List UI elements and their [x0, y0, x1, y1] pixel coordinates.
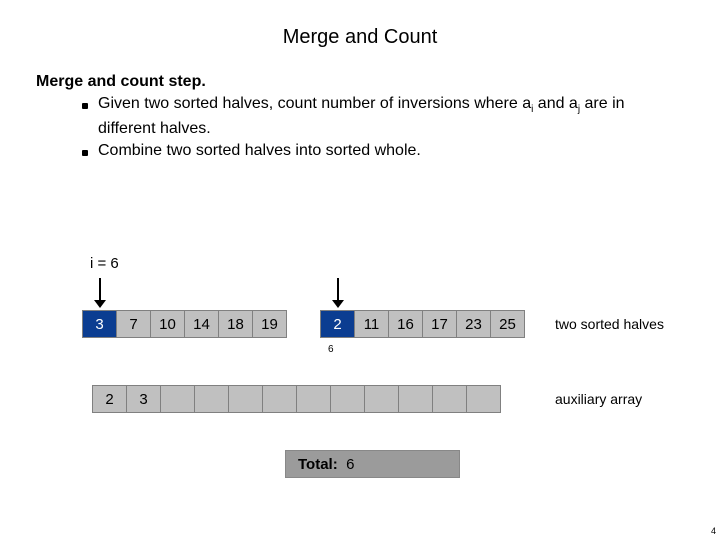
array-cell [364, 385, 399, 413]
page-number: 4 [711, 526, 716, 536]
total-box: Total: 6 [285, 450, 460, 478]
array-cell [228, 385, 263, 413]
array-cell [330, 385, 365, 413]
body-text: Merge and count step. Given two sorted h… [36, 71, 684, 162]
halves-label: two sorted halves [555, 316, 664, 332]
array-cell: 7 [116, 310, 151, 338]
left-half-array: 3710141819 [82, 310, 287, 338]
array-cell: 25 [490, 310, 525, 338]
total-value: 6 [346, 456, 354, 473]
array-cell [194, 385, 229, 413]
aux-array: 23 [92, 385, 501, 413]
array-cell: 11 [354, 310, 389, 338]
bullet-1-text: Combine two sorted halves into sorted wh… [98, 140, 684, 162]
bullet-0-mid: and a [533, 95, 577, 112]
arrow-down-left-icon [94, 278, 106, 308]
array-cell [296, 385, 331, 413]
i-counter-label: i = 6 [90, 255, 119, 272]
bullet-0-pre: Given two sorted halves, count number of… [98, 95, 531, 112]
array-cell: 23 [456, 310, 491, 338]
arrow-down-right-icon [332, 278, 344, 308]
bullet-dot-icon [82, 103, 88, 109]
array-cell: 14 [184, 310, 219, 338]
array-cell [398, 385, 433, 413]
array-cell: 3 [82, 310, 117, 338]
array-cell [160, 385, 195, 413]
array-cell [262, 385, 297, 413]
array-cell: 16 [388, 310, 423, 338]
total-label: Total: [298, 456, 338, 473]
bullet-0-text: Given two sorted halves, count number of… [98, 93, 684, 140]
array-cell [466, 385, 501, 413]
right-half-array: 21116172325 [320, 310, 525, 338]
bullet-dot-icon [82, 150, 88, 156]
array-cell: 2 [92, 385, 127, 413]
array-cell: 17 [422, 310, 457, 338]
array-cell: 2 [320, 310, 355, 338]
aux-label: auxiliary array [555, 391, 642, 407]
bullet-list: Given two sorted halves, count number of… [82, 93, 684, 162]
array-cell: 18 [218, 310, 253, 338]
inversion-count-below: 6 [328, 344, 334, 355]
slide-title: Merge and Count [36, 26, 684, 49]
bullet-0: Given two sorted halves, count number of… [82, 93, 684, 140]
array-cell [432, 385, 467, 413]
array-cell: 19 [252, 310, 287, 338]
step-heading: Merge and count step. [36, 71, 684, 93]
array-cell: 3 [126, 385, 161, 413]
slide: Merge and Count Merge and count step. Gi… [0, 0, 720, 540]
array-cell: 10 [150, 310, 185, 338]
bullet-1: Combine two sorted halves into sorted wh… [82, 140, 684, 162]
